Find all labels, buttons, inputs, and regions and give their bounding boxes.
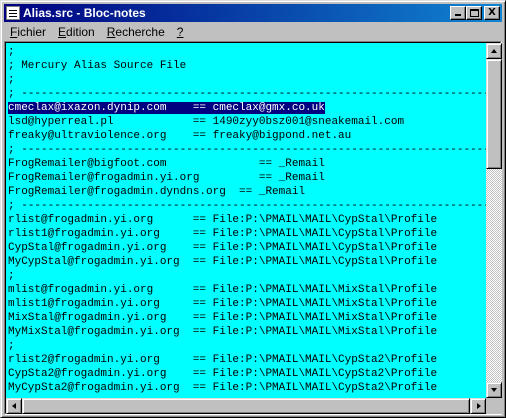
menu-recherche-rest: echerche <box>115 24 165 39</box>
line-text: ; Mercury Alias Source File <box>8 60 187 72</box>
vertical-scroll-thumb[interactable] <box>486 59 502 169</box>
menu-edition-rest: dition <box>66 24 95 39</box>
line-text: mlist1@frogadmin.yi.org == File:P:\PMAIL… <box>8 298 438 310</box>
arrow-up-icon <box>491 49 497 53</box>
editor-lines: ; ; Mercury Alias Source File; ; ---------… <box>8 45 486 395</box>
text-line: rlist1@frogadmin.yi.org == File:P:\PMAIL… <box>8 227 486 241</box>
text-line: ; <box>8 73 486 87</box>
text-editor[interactable]: ; ; Mercury Alias Source File; ; ---------… <box>6 43 486 398</box>
line-text: CypSta2@frogadmin.yi.org == File:P:\PMAI… <box>8 368 438 380</box>
line-text: ; --------------------------------------… <box>8 88 486 100</box>
close-icon: X <box>488 7 496 18</box>
text-line: CypStal@frogadmin.yi.org == File:P:\PMAI… <box>8 241 486 255</box>
vertical-scrollbar[interactable] <box>486 43 502 398</box>
line-text: MyCypSta2@frogadmin.yi.org == File:P:\PM… <box>8 382 438 394</box>
horizontal-scrollbar[interactable] <box>6 398 486 414</box>
minimize-icon <box>455 14 461 16</box>
scroll-up-button[interactable] <box>486 43 502 59</box>
line-text: ; <box>8 74 15 86</box>
text-line: ; <box>8 45 486 59</box>
text-line: MyCypStal@frogadmin.yi.org == File:P:\PM… <box>8 255 486 269</box>
menu-bar: Fichier Edition Recherche ? <box>4 22 502 41</box>
text-line: FrogRemailer@frogadmin.yi.org == _Remail <box>8 171 486 185</box>
line-text: FrogRemailer@bigfoot.com == _Remail <box>8 158 325 170</box>
text-line: ; --------------------------------------… <box>8 87 486 101</box>
menu-help-accel: ? <box>176 24 184 39</box>
arrow-right-icon <box>477 403 481 409</box>
line-text: ; <box>8 270 15 282</box>
text-line: ; Mercury Alias Source File <box>8 59 486 73</box>
text-line: MyMixStal@frogadmin.yi.org == File:P:\PM… <box>8 325 486 339</box>
menu-help[interactable]: ? <box>171 25 190 39</box>
scroll-right-button[interactable] <box>470 398 486 414</box>
text-line: ; <box>8 269 486 283</box>
editor-inner: ; ; Mercury Alias Source File; ; ---------… <box>5 42 502 414</box>
menu-recherche[interactable]: Recherche <box>101 25 171 39</box>
text-line: MyCypSta2@frogadmin.yi.org == File:P:\PM… <box>8 381 486 395</box>
close-button[interactable]: X <box>484 6 500 20</box>
text-line: freaky@ultraviolence.org == freaky@bigpo… <box>8 129 486 143</box>
scrollbar-corner <box>486 398 502 414</box>
menu-edition[interactable]: Edition <box>52 25 101 39</box>
line-text: ; <box>8 340 15 352</box>
line-text: MyMixStal@frogadmin.yi.org == File:P:\PM… <box>8 326 438 338</box>
text-line: ; --------------------------------------… <box>8 143 486 157</box>
text-line: FrogRemailer@frogadmin.dyndns.org == _Re… <box>8 185 486 199</box>
text-line: mlist@frogadmin.yi.org == File:P:\PMAIL\… <box>8 283 486 297</box>
line-text: MixStal@frogadmin.yi.org == File:P:\PMAI… <box>8 312 438 324</box>
text-line: MixStal@frogadmin.yi.org == File:P:\PMAI… <box>8 311 486 325</box>
notepad-icon[interactable] <box>6 6 20 20</box>
scroll-down-button[interactable] <box>486 382 502 398</box>
text-line: FrogRemailer@bigfoot.com == _Remail <box>8 157 486 171</box>
line-text: ; --------------------------------------… <box>8 144 486 156</box>
line-text: freaky@ultraviolence.org == freaky@bigpo… <box>8 130 352 142</box>
line-text: lsd@hyperreal.pl == 1490zyy0bsz001@sneak… <box>8 116 405 128</box>
text-line: mlist1@frogadmin.yi.org == File:P:\PMAIL… <box>8 297 486 311</box>
maximize-icon <box>470 9 479 17</box>
line-text: FrogRemailer@frogadmin.yi.org == _Remail <box>8 172 325 184</box>
text-line: rlist2@frogadmin.yi.org == File:P:\PMAIL… <box>8 353 486 367</box>
line-text: rlist1@frogadmin.yi.org == File:P:\PMAIL… <box>8 228 438 240</box>
arrow-left-icon <box>12 403 16 409</box>
text-line: CypSta2@frogadmin.yi.org == File:P:\PMAI… <box>8 367 486 381</box>
text-line: lsd@hyperreal.pl == 1490zyy0bsz001@sneak… <box>8 115 486 129</box>
text-line: cmeclax@ixazon.dynip.com == cmeclax@gmx.… <box>8 101 486 115</box>
title-bar[interactable]: Alias.src - Bloc-notes X <box>4 4 502 22</box>
line-text: rlist@frogadmin.yi.org == File:P:\PMAIL\… <box>8 214 438 226</box>
notepad-window: Alias.src - Bloc-notes X Fichier Edition… <box>0 0 506 418</box>
scroll-left-button[interactable] <box>6 398 22 414</box>
selected-text: cmeclax@ixazon.dynip.com == cmeclax@gmx.… <box>8 102 325 114</box>
line-text: ; <box>8 46 15 58</box>
window-title: Alias.src - Bloc-notes <box>23 6 146 20</box>
line-text: FrogRemailer@frogadmin.dyndns.org == _Re… <box>8 186 306 198</box>
line-text: rlist2@frogadmin.yi.org == File:P:\PMAIL… <box>8 354 438 366</box>
editor-frame: ; ; Mercury Alias Source File; ; ---------… <box>4 41 502 415</box>
maximize-button[interactable] <box>466 6 482 20</box>
text-line: ; --------------------------------------… <box>8 199 486 213</box>
line-text: ; --------------------------------------… <box>8 200 486 212</box>
text-line: ; <box>8 339 486 353</box>
menu-edition-accel: E <box>58 24 67 39</box>
line-text: MyCypStal@frogadmin.yi.org == File:P:\PM… <box>8 256 438 268</box>
minimize-button[interactable] <box>450 6 466 20</box>
menu-fichier-rest: ichier <box>17 24 47 39</box>
horizontal-scroll-thumb[interactable] <box>22 398 470 414</box>
line-text: mlist@frogadmin.yi.org == File:P:\PMAIL\… <box>8 284 438 296</box>
menu-fichier[interactable]: Fichier <box>4 25 52 39</box>
text-line: rlist@frogadmin.yi.org == File:P:\PMAIL\… <box>8 213 486 227</box>
line-text: CypStal@frogadmin.yi.org == File:P:\PMAI… <box>8 242 438 254</box>
arrow-down-icon <box>491 388 497 392</box>
